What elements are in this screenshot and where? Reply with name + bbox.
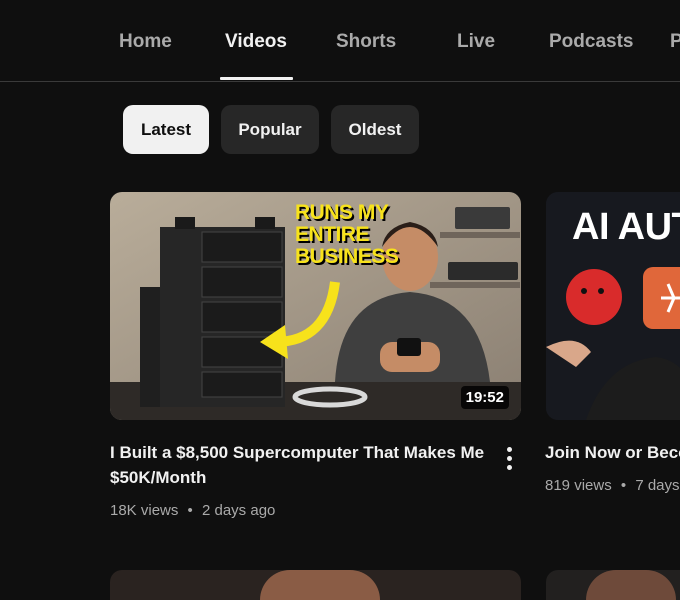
chip-latest[interactable]: Latest [123, 105, 209, 154]
thumbnail-image [586, 570, 676, 600]
thumbnail-caption-line: BUSINESS [295, 245, 399, 268]
thumbnail-caption-line: ENTIRE [295, 223, 370, 246]
channel-tabs: Home Videos Shorts Live Podcasts P [0, 0, 680, 82]
tab-podcasts[interactable]: Podcasts [549, 31, 633, 53]
tab-videos[interactable]: Videos [225, 31, 287, 53]
video-thumbnail[interactable] [546, 570, 680, 600]
thumbnail-caption: AI AUTO [572, 206, 680, 248]
tab-live[interactable]: Live [457, 31, 495, 53]
chip-popular[interactable]: Popular [221, 105, 319, 154]
video-title[interactable]: I Built a $8,500 Supercomputer That Make… [110, 440, 495, 490]
active-tab-indicator [220, 77, 293, 80]
thumbnail-caption-line: RUNS MY [295, 201, 389, 224]
video-thumbnail[interactable] [110, 570, 521, 600]
video-title[interactable]: Join Now or Beco [545, 440, 680, 465]
separator-dot: • [187, 502, 193, 519]
tab-more[interactable]: P [670, 31, 680, 53]
view-count: 819 views [545, 477, 612, 494]
upload-age: 2 days ago [201, 502, 276, 519]
chip-oldest[interactable]: Oldest [331, 105, 419, 154]
video-thumbnail[interactable]: AI AUTO [546, 192, 680, 420]
video-thumbnail[interactable]: RUNS MY ENTIRE BUSINESS 19:52 [110, 192, 521, 420]
view-count: 18K views [110, 502, 179, 519]
tab-home[interactable]: Home [119, 31, 172, 53]
upload-age: 7 days a [635, 477, 680, 494]
more-actions-icon[interactable] [502, 444, 516, 474]
video-metadata: 819 views • 7 days a [545, 477, 680, 494]
duration-badge: 19:52 [460, 386, 509, 409]
video-title-line: I Built a $8,500 Supercomputer That Make… [110, 443, 485, 462]
tab-shorts[interactable]: Shorts [336, 31, 396, 53]
thumbnail-image [260, 570, 380, 600]
thumbnail-caption: RUNS MY ENTIRE BUSINESS [295, 201, 399, 268]
video-metadata: 18K views • 2 days ago [110, 502, 275, 519]
video-title-line: $50K/Month [110, 468, 207, 487]
separator-dot: • [620, 477, 627, 494]
